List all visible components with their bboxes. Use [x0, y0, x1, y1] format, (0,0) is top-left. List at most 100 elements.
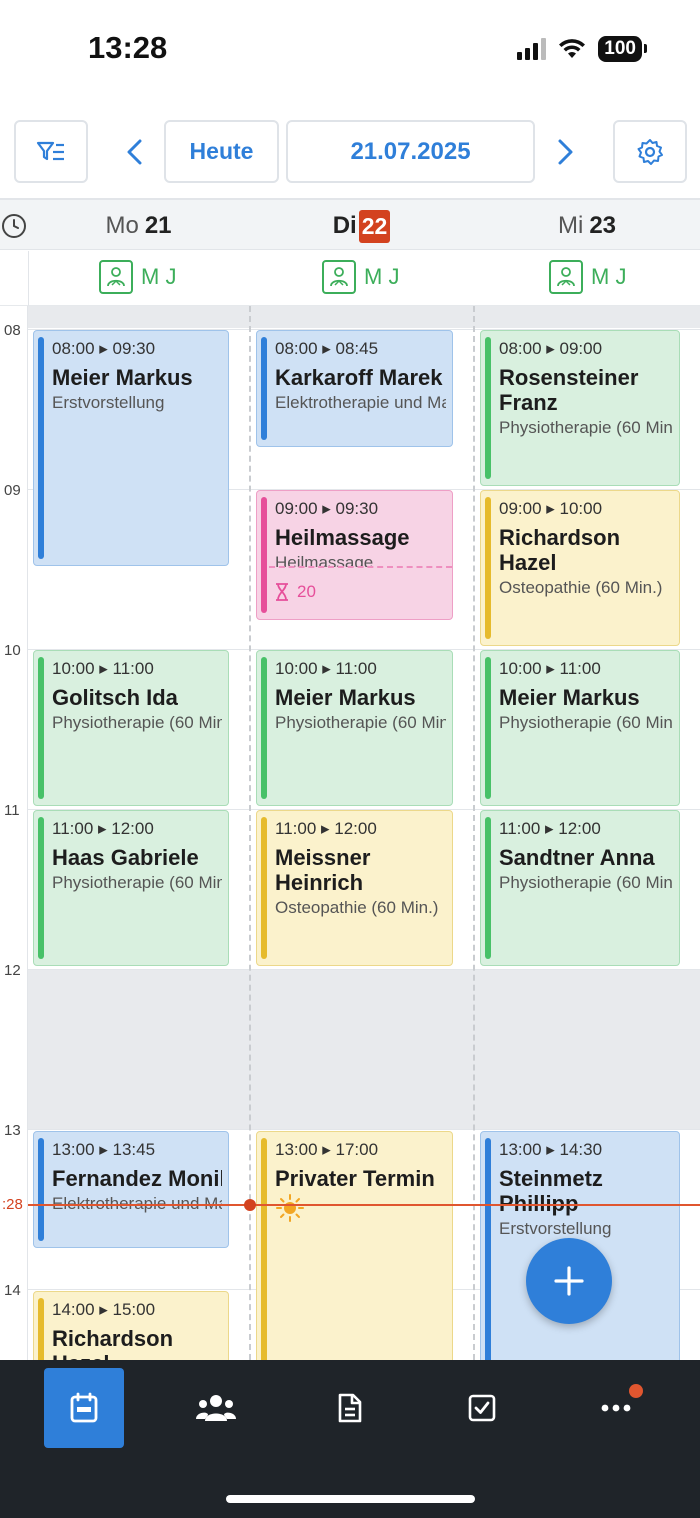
calendar-grid[interactable]: 08 09 10 11 12 13 14 08:00 ▸ 09:30 Meier…	[0, 306, 700, 1360]
chevron-right-icon	[558, 139, 573, 165]
appointment-card[interactable]: 11:00 ▸ 12:00 Sandtner Anna Physiotherap…	[480, 810, 680, 966]
appointment-card[interactable]: 13:00 ▸ 17:00 Privater Termin	[256, 1131, 453, 1360]
appointment-time: 09:00 ▸ 10:00	[499, 499, 603, 518]
hourglass-icon	[276, 583, 288, 601]
appointment-card[interactable]: 09:00 ▸ 10:00 Richardson Hazel Osteopath…	[480, 490, 680, 646]
appointment-card[interactable]: 08:00 ▸ 09:00 Rosensteiner Franz Physiot…	[480, 330, 680, 486]
hour-label: 12	[4, 962, 21, 979]
today-day-number: 22	[358, 209, 391, 243]
appointment-time: 13:00 ▸ 17:00	[275, 1140, 379, 1159]
appointment-card[interactable]: 11:00 ▸ 12:00 Haas Gabriele Physiotherap…	[33, 810, 229, 966]
hour-label: 09	[4, 482, 21, 499]
date-picker[interactable]: 21.07.2025	[286, 120, 535, 183]
appointment-time: 09:00 ▸ 09:30	[275, 499, 379, 518]
appointment-type: Erstvorstellung	[499, 1219, 612, 1238]
hour-label: 13	[4, 1122, 21, 1139]
calendar-screen: 13:28 100 Heute 21.07.2025 Mo 21 Di 22 M…	[0, 0, 700, 1518]
resource-initials: M J	[141, 264, 177, 289]
today-button[interactable]: Heute	[164, 120, 279, 183]
appointment-card[interactable]: 10:00 ▸ 11:00 Meier Markus Physiotherapi…	[480, 650, 680, 806]
appointment-card[interactable]: 09:00 ▸ 09:30 Heilmassage Heilmassage 20	[256, 490, 453, 620]
appointment-time: 08:00 ▸ 09:00	[499, 339, 603, 358]
resource-row: M J M J M J	[0, 251, 700, 306]
appointment-patient: Golitsch Ida	[52, 685, 178, 710]
filter-button[interactable]	[14, 120, 88, 183]
appointment-type: Physiotherapie (60 Min.)	[52, 713, 222, 732]
hour-label: 10	[4, 642, 21, 659]
resource-wednesday[interactable]: M J	[549, 260, 626, 294]
appointment-patient: Rosensteiner Franz	[499, 365, 639, 415]
resource-monday[interactable]: M J	[99, 260, 176, 294]
appointment-patient: Karkaroff Marek	[275, 365, 443, 390]
appointment-title: Heilmassage	[275, 525, 410, 550]
calendar-icon	[70, 1392, 98, 1423]
patients-icon	[196, 1395, 236, 1421]
appointment-time: 08:00 ▸ 08:45	[275, 339, 379, 358]
appointment-type: Physiotherapie (60 Min.)	[275, 713, 446, 732]
appointment-card[interactable]: 10:00 ▸ 11:00 Meier Markus Physiotherapi…	[256, 650, 453, 806]
day-header-monday[interactable]: Mo 21	[28, 200, 249, 252]
previous-week-button[interactable]	[114, 130, 154, 174]
therapist-icon	[549, 260, 583, 294]
current-date: 21.07.2025	[350, 137, 471, 165]
appointment-type: Physiotherapie (60 Min.)	[499, 418, 673, 437]
appointment-time: 08:00 ▸ 09:30	[52, 339, 156, 358]
appointment-patient: Meissner Heinrich	[275, 845, 371, 895]
appointment-time: 11:00 ▸ 12:00	[499, 819, 601, 838]
clock-icon	[2, 214, 26, 238]
weekday-label: Mi	[557, 212, 584, 239]
resource-tuesday[interactable]: M J	[322, 260, 399, 294]
nav-patients[interactable]	[176, 1368, 256, 1448]
cellular-signal-icon	[517, 38, 547, 60]
gear-icon	[637, 138, 663, 165]
hour-label: 14	[4, 1282, 21, 1299]
appointment-card[interactable]: 14:00 ▸ 15:00 Richardson Hazel	[33, 1291, 229, 1360]
appointment-type: Physiotherapie (60 Min.)	[499, 713, 673, 732]
appointment-title: Privater Termin	[275, 1166, 435, 1191]
appointment-time: 14:00 ▸ 15:00	[52, 1300, 156, 1319]
day-header-wednesday[interactable]: Mi 23	[474, 200, 700, 252]
hour-label: 11	[4, 802, 20, 819]
plus-icon	[554, 1266, 584, 1296]
appointment-patient: Meier Markus	[52, 365, 193, 390]
appointment-time: 10:00 ▸ 11:00	[499, 659, 601, 678]
today-button-label: Heute	[189, 138, 254, 164]
settings-button[interactable]	[613, 120, 687, 183]
document-icon	[338, 1393, 362, 1423]
appointment-type: Physiotherapie (60 Min.)	[52, 873, 222, 892]
nav-documents[interactable]	[310, 1368, 390, 1448]
appointment-type: Osteopathie (60 Min.)	[275, 898, 439, 917]
resource-initials: M J	[591, 264, 627, 289]
battery-indicator: 100	[598, 36, 647, 62]
wait-divider	[269, 566, 452, 568]
therapist-icon	[99, 260, 133, 294]
task-check-icon	[468, 1394, 496, 1422]
nav-calendar[interactable]	[44, 1368, 124, 1448]
appointment-card[interactable]: 10:00 ▸ 11:00 Golitsch Ida Physiotherapi…	[33, 650, 229, 806]
appointment-card[interactable]: 13:00 ▸ 13:45 Fernandez Monika Elektroth…	[33, 1131, 229, 1248]
appointment-time: 10:00 ▸ 11:00	[275, 659, 377, 678]
appointment-card[interactable]: 11:00 ▸ 12:00 Meissner Heinrich Osteopat…	[256, 810, 453, 966]
appointment-type: Elektrotherapie und Massage	[275, 393, 446, 412]
notification-badge	[629, 1384, 643, 1398]
current-time-line	[28, 1204, 700, 1206]
sun-icon	[276, 1194, 304, 1222]
appointment-card[interactable]: 08:00 ▸ 09:30 Meier Markus Erstvorstellu…	[33, 330, 229, 566]
appointment-patient: Steinmetz Phillipp	[499, 1166, 603, 1216]
column-separator	[473, 306, 475, 1360]
next-week-button[interactable]	[546, 130, 586, 174]
home-indicator	[226, 1495, 475, 1503]
nav-more[interactable]	[576, 1368, 656, 1448]
weekday-label: Mo	[105, 212, 139, 239]
add-appointment-button[interactable]	[526, 1238, 612, 1324]
status-indicators: 100	[517, 36, 647, 62]
clock-icon-cell	[0, 200, 28, 252]
wait-minutes: 20	[297, 582, 316, 601]
appointment-card[interactable]: 08:00 ▸ 08:45 Karkaroff Marek Elektrothe…	[256, 330, 453, 447]
appointment-time: 13:00 ▸ 14:30	[499, 1140, 603, 1159]
day-header-tuesday[interactable]: Di 22	[250, 200, 473, 252]
appointment-type: Osteopathie (60 Min.)	[499, 578, 663, 597]
hour-label: 08	[4, 322, 21, 339]
more-icon	[601, 1404, 631, 1412]
nav-tasks[interactable]	[442, 1368, 522, 1448]
